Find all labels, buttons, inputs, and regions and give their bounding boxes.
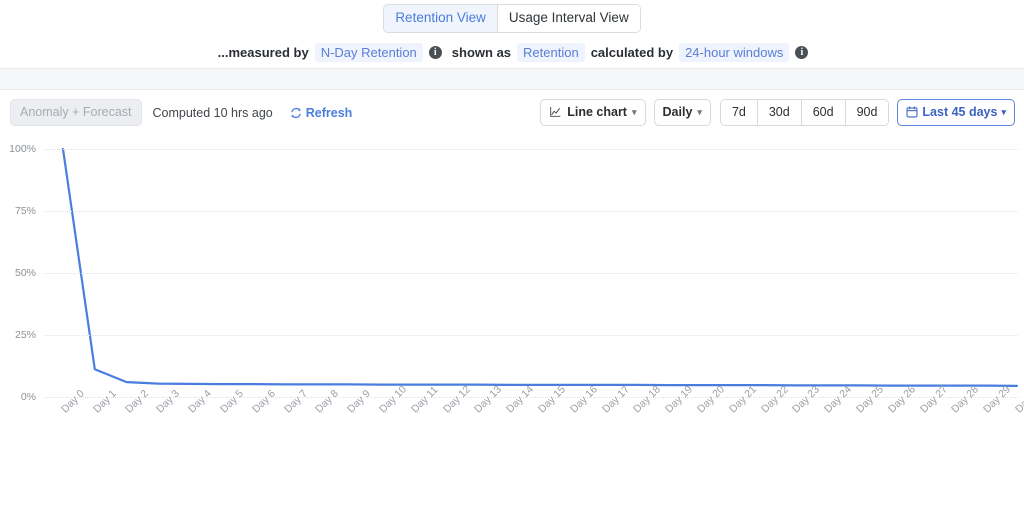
tab-retention-view[interactable]: Retention View [384,5,497,32]
y-axis-tick: 50% [15,267,36,279]
info-icon-2[interactable]: i [795,46,808,59]
calendar-icon [906,106,918,118]
computed-timestamp: Computed 10 hrs ago [153,106,273,120]
refresh-label: Refresh [306,106,353,120]
range-90d[interactable]: 90d [845,100,889,125]
chart-container: 100% 75% 50% 25% 0% Day 0Day 1Day 2Day 3Day … [0,135,1024,506]
refresh-icon [290,107,302,119]
gridline [45,335,1018,336]
retention-line-series [45,135,1018,425]
range-7d[interactable]: 7d [721,100,757,125]
calculated-by-value[interactable]: 24-hour windows [679,43,789,62]
y-axis-tick: 100% [9,143,36,155]
anomaly-forecast-button[interactable]: Anomaly + Forecast [10,99,142,126]
gridline [45,273,1018,274]
section-divider-band [0,68,1024,90]
formula-bar: ...measured by N-Day Retention i shown a… [0,37,1024,68]
y-axis-tick: 75% [15,205,36,217]
range-60d[interactable]: 60d [801,100,845,125]
chevron-down-icon-3: ▾ [1001,107,1006,118]
chevron-down-icon: ▾ [632,107,637,118]
line-chart-icon [549,106,562,118]
quick-range-group[interactable]: 7d 30d 60d 90d [720,99,889,126]
granularity-label: Daily [663,105,693,119]
y-axis-tick: 0% [21,391,36,403]
series-line-0 [63,149,1017,386]
range-30d[interactable]: 30d [757,100,801,125]
y-axis-labels: 100% 75% 50% 25% 0% [0,135,44,506]
date-range-picker[interactable]: Last 45 days ▾ [897,99,1015,126]
gridline [45,149,1018,150]
tab-usage-interval-view[interactable]: Usage Interval View [497,5,640,32]
granularity-selector[interactable]: Daily ▾ [654,99,711,126]
chart-toolbar: Anomaly + Forecast Computed 10 hrs ago R… [0,90,1024,135]
x-axis-labels: Day 0Day 1Day 2Day 3Day 4Day 5Day 6Day 7… [45,407,1018,467]
calculated-by-label: calculated by [585,45,679,60]
chart-type-selector[interactable]: Line chart ▾ [540,99,645,126]
gridline [45,211,1018,212]
view-segmented-control[interactable]: Retention View Usage Interval View [383,4,640,33]
retention-chart-page: Retention View Usage Interval View ...me… [0,0,1024,506]
shown-as-label: shown as [446,45,517,60]
date-range-label: Last 45 days [922,105,997,119]
chart-type-label: Line chart [567,105,627,119]
view-toggle-row: Retention View Usage Interval View [0,0,1024,37]
info-icon[interactable]: i [429,46,442,59]
y-axis-tick: 25% [15,329,36,341]
measured-by-value[interactable]: N-Day Retention [315,43,423,62]
measured-by-label: ...measured by [212,45,315,60]
shown-as-value[interactable]: Retention [517,43,585,62]
chevron-down-icon-2: ▾ [697,107,702,118]
refresh-button[interactable]: Refresh [290,106,353,120]
